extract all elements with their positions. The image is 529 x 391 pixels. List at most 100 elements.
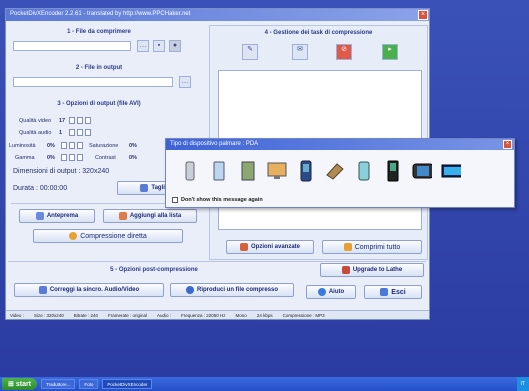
handheld-device-icon[interactable]	[325, 159, 345, 183]
sync-audio-video-button[interactable]: Correggi la sincro. Audio/Video	[14, 283, 164, 297]
status-video: Video :	[10, 313, 24, 318]
add-task-icon[interactable]: ✎	[242, 44, 258, 60]
upgrade-button[interactable]: Upgrade to Lathe	[320, 263, 424, 277]
quality-audio-label: Qualità audio	[19, 130, 52, 136]
quality-audio-slider[interactable]	[69, 129, 75, 136]
luminosity-slider[interactable]	[69, 142, 75, 149]
quality-audio-slider[interactable]	[85, 129, 91, 136]
section-options-title: 3 - Opzioni di output (file AVI)	[57, 101, 141, 107]
status-frequency: Frequenza : 22050 Hz	[181, 313, 226, 318]
scissors-icon	[140, 184, 149, 192]
play-compressed-button[interactable]: Riproduci un file compresso	[170, 283, 294, 297]
help-button[interactable]: Aiuto	[306, 285, 356, 299]
gamma-slider[interactable]	[69, 154, 75, 161]
status-framerate: Framerate : original	[107, 313, 147, 318]
start-button[interactable]: ⊞ start	[2, 378, 38, 390]
compress-icon	[69, 232, 78, 240]
windows-logo-icon: ⊞	[8, 381, 14, 388]
pda-device-icon[interactable]	[180, 159, 200, 183]
tray-language[interactable]: IT	[521, 381, 525, 387]
tablet-device-icon[interactable]	[238, 159, 258, 183]
quality-video-value: 17	[59, 118, 66, 124]
settings-button[interactable]: ●	[169, 40, 181, 52]
gamma-label: Gamma	[15, 155, 35, 161]
source-file-input[interactable]	[13, 41, 131, 51]
device-icons	[180, 159, 461, 183]
advanced-options-button[interactable]: Opzioni avanzate	[226, 240, 314, 254]
widescreen-device-icon[interactable]	[441, 159, 461, 183]
popup-title: Tipo di dispositivo palmare : PDA	[166, 139, 514, 150]
taskbar-item[interactable]: Foto	[79, 379, 99, 389]
section-output-title: 2 - File in output	[75, 65, 123, 71]
mediaplayer-device-icon[interactable]	[412, 159, 432, 183]
compress-all-icon	[343, 243, 352, 251]
close-popup-button[interactable]: ×	[503, 140, 512, 149]
status-compression: Compressione : MP3	[282, 313, 325, 318]
section-tasks-title: 4 - Gestione dei task di compressione	[264, 30, 373, 36]
remove-task-icon[interactable]: ⊘	[336, 44, 352, 60]
contrast-value: 0%	[129, 155, 137, 161]
duration-label: Durata : 00:00:00	[13, 185, 68, 192]
sync-icon	[38, 286, 47, 294]
saturation-value: 0%	[129, 143, 137, 149]
status-bar: Video : Size : 320x240 Bitrate : 240 Fra…	[6, 310, 429, 319]
system-tray: IT	[516, 377, 529, 391]
luminosity-slider[interactable]	[61, 142, 67, 149]
taskbar: ⊞ start Traduttore... Foto PocketDivXEnco…	[0, 377, 529, 391]
smartphone-device-icon[interactable]	[296, 159, 316, 183]
play-icon	[185, 286, 194, 294]
add-to-list-button[interactable]: Aggiungi alla lista	[103, 209, 197, 223]
divider	[8, 261, 426, 262]
quality-audio-slider[interactable]	[77, 129, 83, 136]
monitor-device-icon[interactable]	[267, 159, 287, 183]
status-bitrate: Bitrate : 240	[73, 313, 98, 318]
status-channels: Mono	[235, 313, 247, 318]
exit-button[interactable]: Esci	[364, 285, 422, 299]
upgrade-icon	[341, 266, 350, 274]
status-kbps: 24 kbps	[256, 313, 273, 318]
gamma-slider[interactable]	[77, 154, 83, 161]
help-icon	[317, 288, 326, 296]
gamma-value: 0%	[47, 155, 55, 161]
quality-audio-value: 1	[59, 130, 63, 136]
gamma-slider[interactable]	[61, 154, 67, 161]
quality-video-label: Qualità video	[19, 118, 52, 124]
compress-all-button[interactable]: Comprimi tutto	[322, 240, 422, 254]
pocketpc-device-icon[interactable]	[354, 159, 374, 183]
options-icon	[239, 243, 248, 251]
status-audio: Audio :	[157, 313, 172, 318]
phone-device-icon[interactable]	[209, 159, 229, 183]
browse-source-button[interactable]: …	[137, 40, 149, 52]
edit-task-icon[interactable]: ✉	[292, 44, 308, 60]
quality-video-slider[interactable]	[85, 117, 91, 124]
add-folder-button[interactable]: ▪	[153, 40, 165, 52]
start-task-icon[interactable]: ▸	[382, 44, 398, 60]
window-title: PocketDivXEncoder 2.2.61 - translated by…	[6, 9, 429, 21]
output-file-input[interactable]	[13, 77, 173, 87]
device-type-popup: Tipo di dispositivo palmare : PDA × Don'…	[165, 138, 515, 208]
cellphone-device-icon[interactable]	[383, 159, 403, 183]
browse-output-button[interactable]: …	[179, 76, 191, 88]
contrast-label: Contrast	[95, 155, 116, 161]
quality-video-slider[interactable]	[77, 117, 83, 124]
luminosity-label: Luminosità	[9, 143, 36, 149]
output-dimensions: Dimensioni di output : 320x240	[13, 168, 110, 175]
dont-show-row: Don't show this message again	[172, 197, 263, 203]
dont-show-checkbox[interactable]	[172, 197, 178, 203]
status-size: Size : 320x240	[33, 313, 64, 318]
section-files-title: 1 - File da comprimere	[67, 29, 131, 35]
saturation-label: Saturazione	[89, 143, 119, 149]
add-list-icon	[118, 212, 127, 220]
close-window-button[interactable]: ×	[418, 10, 428, 20]
preview-icon	[35, 212, 44, 220]
luminosity-value: 0%	[47, 143, 55, 149]
taskbar-item-active[interactable]: PocketDivXEncoder	[102, 379, 153, 389]
preview-button[interactable]: Anteprema	[19, 209, 95, 223]
direct-compression-button[interactable]: Compressione diretta	[33, 229, 183, 243]
quality-video-slider[interactable]	[69, 117, 75, 124]
dont-show-label: Don't show this message again	[181, 197, 263, 203]
section-post-title: 5 - Opzioni post-compressione	[110, 267, 198, 273]
taskbar-item[interactable]: Traduttore...	[41, 379, 76, 389]
luminosity-slider[interactable]	[77, 142, 83, 149]
exit-icon	[380, 288, 389, 296]
